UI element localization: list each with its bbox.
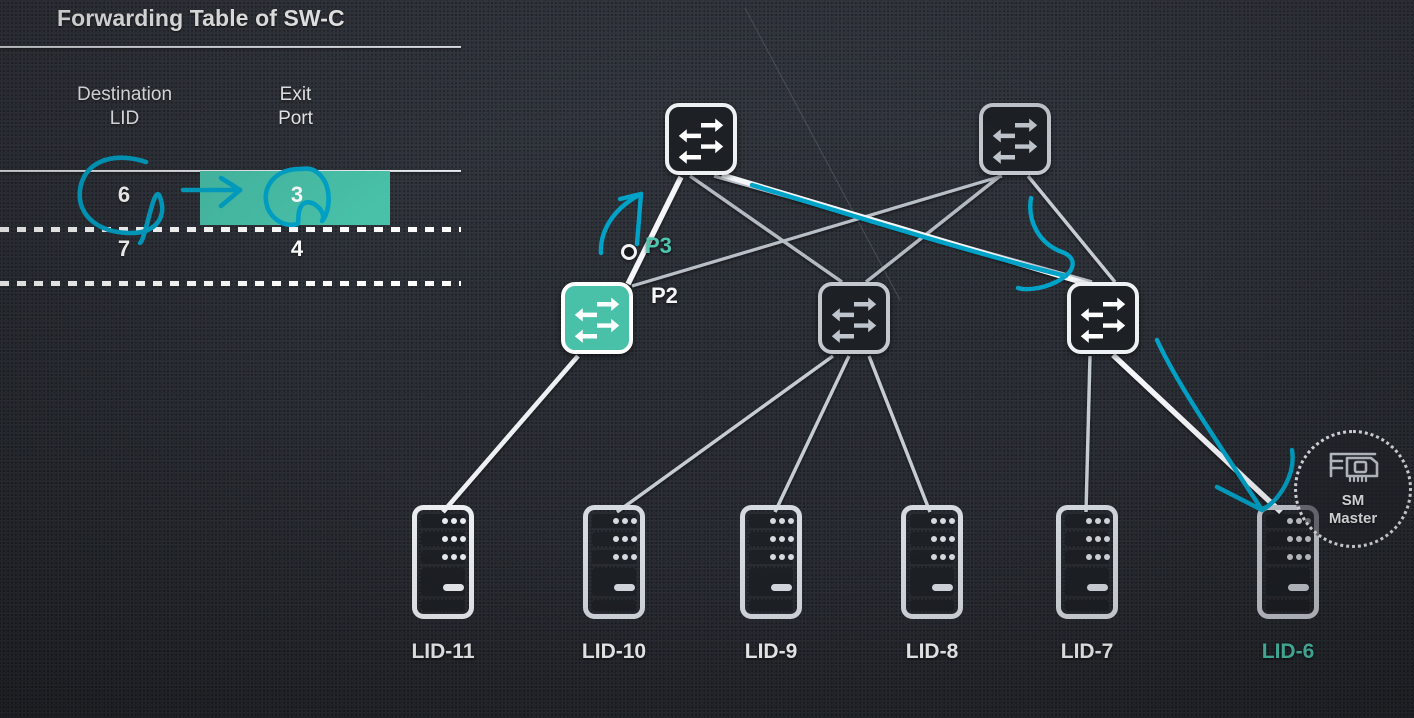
leaf-switch-right[interactable] xyxy=(1067,282,1139,354)
port-marker-p3[interactable] xyxy=(621,244,637,260)
table-rule-dotted-2 xyxy=(0,281,461,286)
host-lid-10[interactable] xyxy=(583,505,645,619)
port-label-p2: P2 xyxy=(651,283,678,308)
server-icon xyxy=(412,505,474,619)
sm-master-text: SM Master xyxy=(1294,492,1412,529)
sm-master-line1: SM xyxy=(1341,492,1365,509)
server-icon xyxy=(583,505,645,619)
slide-canvas: P3 P2 LID-11 LID-10 LID-9 LID-8 LID-7 LI… xyxy=(0,0,1414,718)
host-label-lid-10: LID-10 xyxy=(581,640,647,663)
table-row: 6 xyxy=(117,182,131,207)
switch-arrows-icon xyxy=(678,118,724,164)
server-icon xyxy=(901,505,963,619)
column-header-exit-port: Exit Port xyxy=(228,83,363,132)
host-label-lid-9: LID-9 xyxy=(744,640,798,663)
switch-arrows-icon xyxy=(831,297,877,343)
switch-arrows-icon xyxy=(992,118,1038,164)
spine-switch-right[interactable] xyxy=(979,103,1051,175)
server-icon xyxy=(740,505,802,619)
table-annotations xyxy=(77,155,331,246)
sm-master-badge: SM Master xyxy=(1294,430,1412,548)
column-header-destination-line1: Destination xyxy=(76,84,173,105)
table-rule-top xyxy=(0,46,461,48)
table-title: Forwarding Table of SW-C xyxy=(57,5,345,31)
column-header-destination-line2: LID xyxy=(109,108,140,130)
switch-arrows-icon xyxy=(1080,297,1126,343)
table-row: 4 xyxy=(290,236,304,261)
host-label-lid-8: LID-8 xyxy=(905,640,959,663)
host-lid-9[interactable] xyxy=(740,505,802,619)
host-label-lid-7: LID-7 xyxy=(1060,640,1114,663)
spine-switch-left[interactable] xyxy=(665,103,737,175)
table-row: 7 xyxy=(117,236,131,261)
switch-arrows-icon xyxy=(574,297,620,343)
leaf-switch-middle[interactable] xyxy=(818,282,890,354)
host-lid-8[interactable] xyxy=(901,505,963,619)
server-icon xyxy=(1056,505,1118,619)
port-label-p3: P3 xyxy=(645,233,672,258)
column-header-destination-lid: Destination LID xyxy=(42,83,207,132)
leaf-switch-sw-c[interactable] xyxy=(561,282,633,354)
table-rule-dotted-1 xyxy=(0,227,461,232)
column-header-exit-line1: Exit xyxy=(279,84,312,105)
column-header-exit-line2: Port xyxy=(278,108,313,130)
host-lid-7[interactable] xyxy=(1056,505,1118,619)
host-label-lid-11: LID-11 xyxy=(411,640,475,663)
table-row: 3 xyxy=(290,182,304,207)
host-label-lid-6: LID-6 xyxy=(1261,640,1315,663)
sm-master-line2: Master xyxy=(1328,510,1378,528)
host-lid-11[interactable] xyxy=(412,505,474,619)
hca-network-card-icon xyxy=(1323,448,1383,488)
forwarding-table-panel: Forwarding Table of SW-C Destination LID… xyxy=(0,0,470,300)
